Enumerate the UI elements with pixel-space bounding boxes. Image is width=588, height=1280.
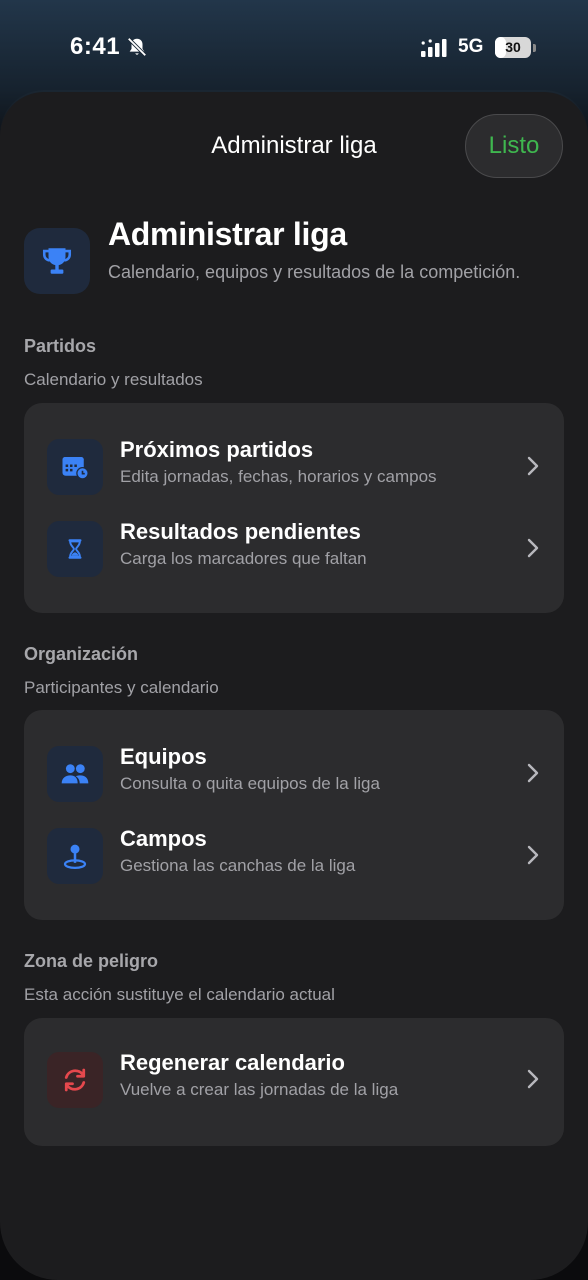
section-subtitle-zona-peligro: Esta acción sustituye el calendario actu…	[24, 985, 335, 1004]
row-icon-container	[47, 1052, 103, 1108]
refresh-icon	[64, 1068, 86, 1092]
trophy-icon	[42, 248, 72, 274]
row-description: Vuelve a crear las jornadas de la liga	[120, 1080, 399, 1099]
network-label: 5G	[458, 36, 484, 57]
row-title: Equipos	[120, 744, 207, 769]
battery-indicator: 30	[495, 37, 531, 58]
chevron-right-icon	[527, 538, 539, 558]
section-title-organizacion: Organización	[24, 644, 139, 664]
section-subtitle-partidos: Calendario y resultados	[24, 370, 203, 389]
list-item-campos[interactable]: Campos Gestiona las canchas de la liga	[24, 822, 564, 892]
row-description: Gestiona las canchas de la liga	[120, 856, 356, 875]
chevron-right-icon	[527, 763, 539, 783]
calendar-clock-icon	[62, 457, 89, 480]
row-description: Edita jornadas, fechas, horarios y campo…	[120, 467, 437, 486]
signal-icon	[421, 39, 447, 57]
row-icon-container	[47, 828, 103, 884]
row-icon-container	[47, 439, 103, 495]
header-icon	[24, 228, 90, 294]
page-title: Administrar liga	[108, 216, 347, 252]
list-item-equipos[interactable]: Equipos Consulta o quita equipos de la l…	[24, 740, 564, 810]
done-button[interactable]: Listo	[465, 114, 563, 178]
row-title: Regenerar calendario	[120, 1050, 345, 1075]
card-organizacion: Equipos Consulta o quita equipos de la l…	[24, 710, 564, 920]
settings-sheet: Administrar liga Listo Administrar liga …	[0, 92, 588, 1280]
hourglass-icon	[68, 539, 82, 559]
row-title: Campos	[120, 826, 207, 851]
section-title-partidos: Partidos	[24, 336, 97, 356]
status-bar: 6:41 5G 30	[0, 0, 588, 92]
card-zona-peligro: Regenerar calendario Vuelve a crear las …	[24, 1018, 564, 1146]
chevron-right-icon	[527, 456, 539, 476]
map-pin-icon	[63, 844, 87, 869]
chevron-right-icon	[527, 1069, 539, 1089]
status-time: 6:41	[70, 33, 121, 60]
page-subtitle: Calendario, equipos y resultados de la c…	[108, 262, 521, 282]
section-subtitle-organizacion: Participantes y calendario	[24, 678, 219, 697]
row-title: Resultados pendientes	[120, 519, 361, 544]
battery-tip	[533, 44, 536, 52]
chevron-right-icon	[527, 845, 539, 865]
row-icon-container	[47, 746, 103, 802]
section-title-zona-peligro: Zona de peligro	[24, 951, 159, 971]
bell-slash-icon	[127, 37, 147, 57]
list-item-resultados-pendientes[interactable]: Resultados pendientes Carga los marcador…	[24, 515, 564, 585]
list-item-regenerar-calendario[interactable]: Regenerar calendario Vuelve a crear las …	[24, 1046, 564, 1116]
row-description: Carga los marcadores que faltan	[120, 549, 367, 568]
row-title: Próximos partidos	[120, 437, 314, 462]
battery-percent: 30	[505, 39, 521, 55]
list-item-proximos-partidos[interactable]: Próximos partidos Edita jornadas, fechas…	[24, 433, 564, 503]
people-icon	[61, 764, 89, 784]
row-icon-container	[47, 521, 103, 577]
row-description: Consulta o quita equipos de la liga	[120, 774, 380, 793]
card-partidos: Próximos partidos Edita jornadas, fechas…	[24, 403, 564, 613]
